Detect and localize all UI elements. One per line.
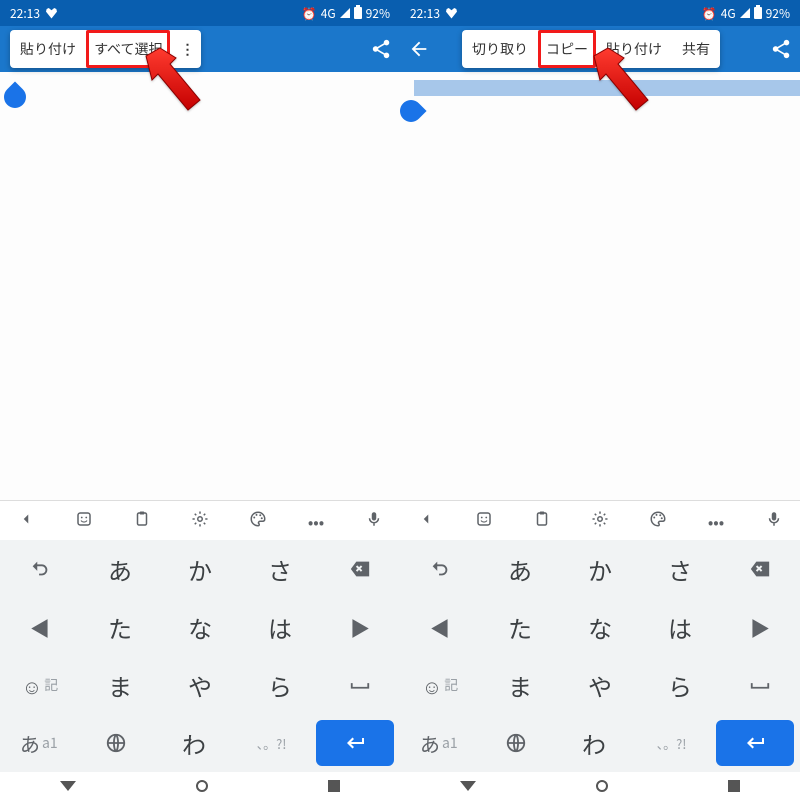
status-bar: 22:13 ⏰ 4G 92% (0, 0, 400, 26)
kbd-mic-icon[interactable] (354, 509, 394, 533)
keyboard-toolbar: ••• (400, 500, 800, 540)
nav-home-icon[interactable] (196, 780, 208, 792)
ctx-cut[interactable]: 切り取り (462, 39, 538, 59)
signal-icon (740, 8, 750, 18)
kbd-sticker-icon[interactable] (464, 509, 504, 533)
key-right[interactable]: ▶ (720, 598, 800, 656)
key-backspace[interactable] (720, 540, 800, 598)
kbd-clipboard-icon[interactable] (522, 509, 562, 533)
nav-bar (0, 772, 400, 800)
annotation-arrow (130, 44, 210, 129)
ctx-share[interactable]: 共有 (672, 39, 720, 59)
status-time: 22:13 (410, 5, 440, 22)
key-ya[interactable]: や (560, 656, 640, 714)
keyboard: ••• あ か さ ◀ た な は ▶ (0, 500, 400, 772)
kbd-theme-icon[interactable] (238, 509, 278, 533)
kbd-sticker-icon[interactable] (64, 509, 104, 533)
kbd-more-icon[interactable]: ••• (296, 509, 336, 533)
key-undo[interactable] (400, 540, 480, 598)
status-battery: 92% (766, 5, 790, 22)
key-ya[interactable]: や (160, 656, 240, 714)
key-ma[interactable]: ま (480, 656, 560, 714)
key-left[interactable]: ◀ (0, 598, 80, 656)
screenshot-left: 22:13 ⏰ 4G 92% 貼り付け すべて選択 ⋮ (0, 0, 400, 800)
nav-back-icon[interactable] (60, 781, 76, 791)
key-punct[interactable]: 、。?! (633, 714, 711, 772)
key-input-mode[interactable]: あa1 (400, 714, 478, 772)
nav-home-icon[interactable] (596, 780, 608, 792)
key-globe[interactable] (78, 714, 156, 772)
keyboard-toolbar: ••• (0, 500, 400, 540)
signal-icon (340, 8, 350, 18)
key-ra[interactable]: ら (240, 656, 320, 714)
status-network: 4G (721, 5, 736, 22)
key-emoji-mode[interactable]: ☺記 (0, 656, 80, 714)
share-icon[interactable] (370, 38, 392, 60)
text-caret-handle[interactable] (0, 81, 31, 112)
key-undo[interactable] (0, 540, 80, 598)
nav-back-icon[interactable] (460, 781, 476, 791)
battery-icon (354, 7, 362, 19)
keyboard: ••• あ か さ ◀ た な は ▶ (400, 500, 800, 772)
key-na[interactable]: な (560, 598, 640, 656)
selection-handle-start[interactable] (395, 95, 426, 126)
key-backspace[interactable] (320, 540, 400, 598)
kbd-settings-icon[interactable] (580, 509, 620, 533)
kbd-more-icon[interactable]: ••• (696, 509, 736, 533)
kbd-theme-icon[interactable] (638, 509, 678, 533)
alarm-icon: ⏰ (702, 5, 717, 22)
key-a[interactable]: あ (80, 540, 160, 598)
key-wa[interactable]: わ (155, 714, 233, 772)
status-battery: 92% (366, 5, 390, 22)
key-wa[interactable]: わ (555, 714, 633, 772)
key-input-mode[interactable]: あa1 (0, 714, 78, 772)
key-emoji-mode[interactable]: ☺記 (400, 656, 480, 714)
key-ka[interactable]: か (160, 540, 240, 598)
key-punct[interactable]: 、。?! (233, 714, 311, 772)
heart-icon (46, 8, 57, 19)
kbd-collapse-icon[interactable] (6, 509, 46, 533)
key-enter[interactable] (716, 720, 794, 766)
alarm-icon: ⏰ (302, 5, 317, 22)
key-sa[interactable]: さ (240, 540, 320, 598)
nav-recent-icon[interactable] (328, 780, 340, 792)
kbd-clipboard-icon[interactable] (122, 509, 162, 533)
status-time: 22:13 (10, 5, 40, 22)
ctx-paste[interactable]: 貼り付け (10, 39, 86, 59)
key-right[interactable]: ▶ (320, 598, 400, 656)
key-na[interactable]: な (160, 598, 240, 656)
key-ta[interactable]: た (80, 598, 160, 656)
key-ha[interactable]: は (240, 598, 320, 656)
kbd-settings-icon[interactable] (180, 509, 220, 533)
status-bar: 22:13 ⏰ 4G 92% (400, 0, 800, 26)
key-a[interactable]: あ (480, 540, 560, 598)
key-ha[interactable]: は (640, 598, 720, 656)
battery-icon (754, 7, 762, 19)
back-icon[interactable] (408, 38, 430, 60)
kbd-collapse-icon[interactable] (406, 509, 446, 533)
key-left[interactable]: ◀ (400, 598, 480, 656)
key-globe[interactable] (478, 714, 556, 772)
status-network: 4G (321, 5, 336, 22)
heart-icon (446, 8, 457, 19)
share-icon[interactable] (770, 38, 792, 60)
key-ta[interactable]: た (480, 598, 560, 656)
key-space[interactable] (320, 656, 400, 714)
key-ka[interactable]: か (560, 540, 640, 598)
nav-recent-icon[interactable] (728, 780, 740, 792)
kbd-mic-icon[interactable] (754, 509, 794, 533)
key-space[interactable] (720, 656, 800, 714)
key-ma[interactable]: ま (80, 656, 160, 714)
screenshot-right: 22:13 ⏰ 4G 92% 切り取り コピー 貼り付け 共有 (400, 0, 800, 800)
key-sa[interactable]: さ (640, 540, 720, 598)
annotation-arrow (578, 44, 658, 129)
key-enter[interactable] (316, 720, 394, 766)
key-ra[interactable]: ら (640, 656, 720, 714)
nav-bar (400, 772, 800, 800)
